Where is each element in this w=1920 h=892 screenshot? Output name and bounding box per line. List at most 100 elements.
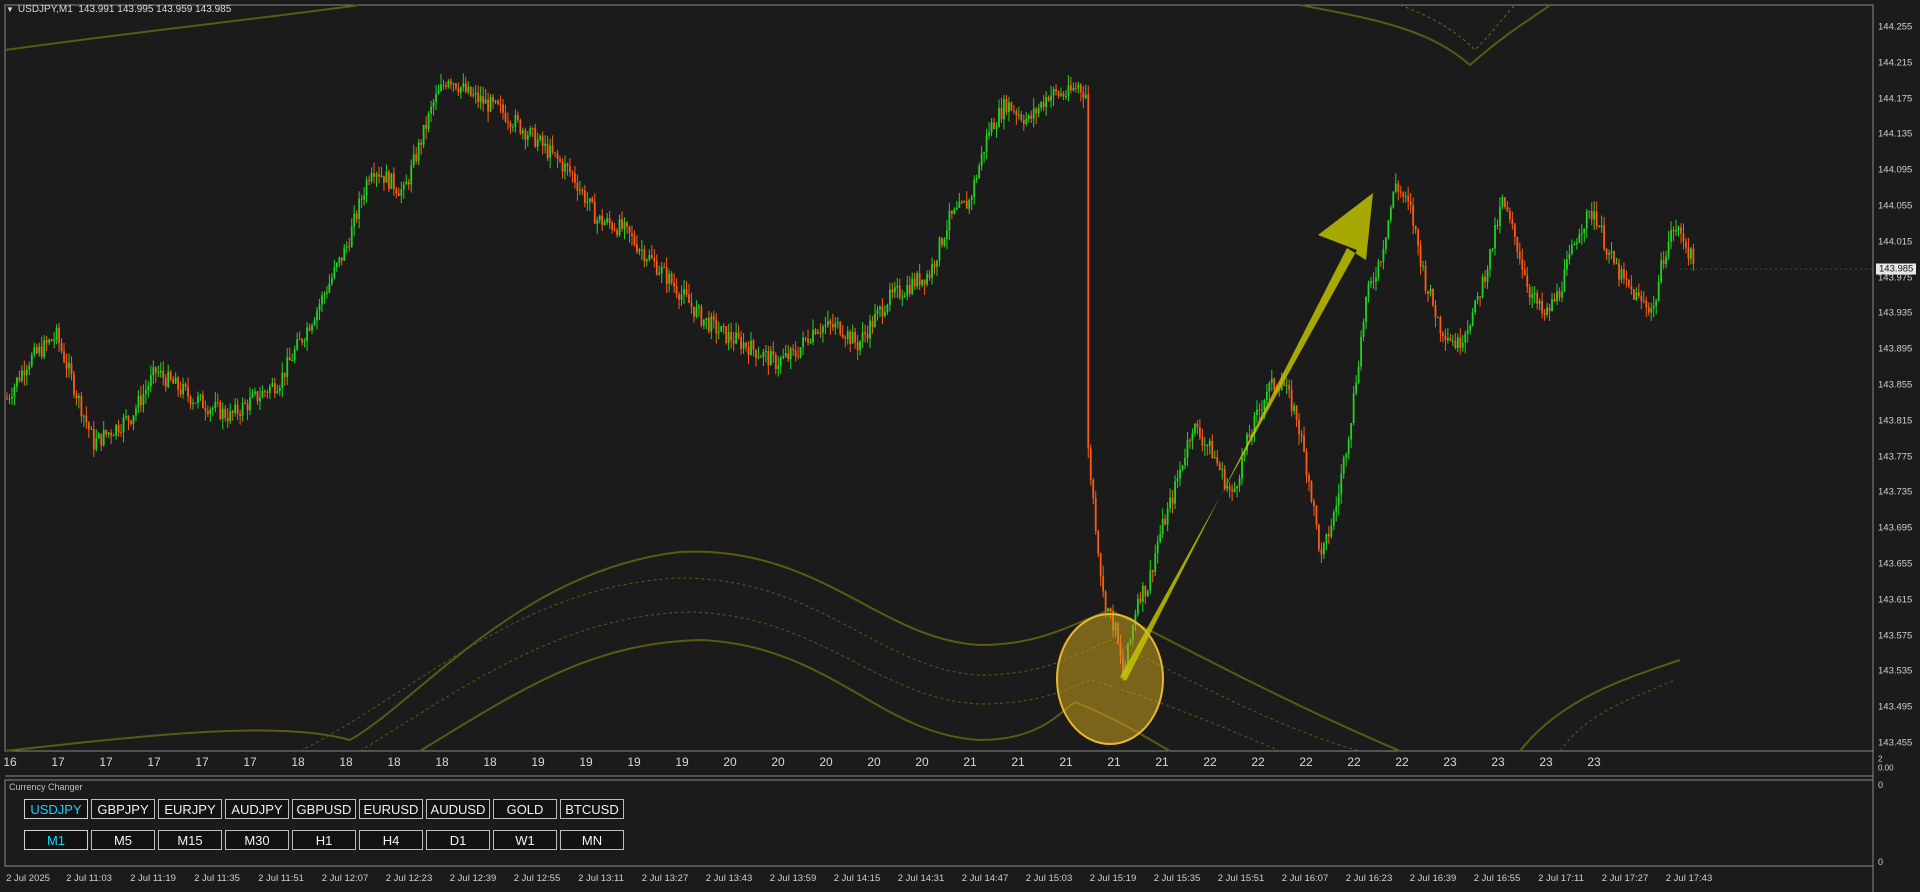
time-axis-label: 2 Jul 12:23 [385,873,433,884]
time-axis-label: 2 Jul 12:39 [449,873,497,884]
candle-body [402,184,405,190]
timeframe-button-h1[interactable]: H1 [292,830,356,850]
candle-body [896,285,899,288]
candle-body [1528,287,1531,298]
candle-body [1642,300,1645,302]
timeframe-button-m15[interactable]: M15 [158,830,222,850]
candle-body [1665,256,1668,264]
timeframe-button-m30[interactable]: M30 [225,830,289,850]
candle-body [658,272,661,275]
candle-body [1417,229,1420,246]
price-chart[interactable] [0,0,1920,892]
candle-body [1154,553,1157,573]
timeframe-button-m5[interactable]: M5 [91,830,155,850]
candle-body [1682,233,1685,242]
timeframe-button-mn[interactable]: MN [560,830,624,850]
symbol-button-btcusd[interactable]: BTCUSD [560,799,624,819]
candle-body [740,337,742,349]
candle-body [1652,306,1655,309]
candle-body [333,267,336,278]
candle-body [774,354,777,370]
candle-body [663,267,666,269]
candle-body [712,316,715,320]
symbol-button-audusd[interactable]: AUDUSD [426,799,490,819]
candle-body [628,226,631,234]
candle-body [710,316,713,332]
hour-axis-label: 22 [1203,755,1217,769]
candle-body [1213,457,1216,459]
symbol-button-eurjpy[interactable]: EURJPY [158,799,222,819]
candle-body [425,124,428,129]
candle-body [1231,489,1234,492]
hour-axis-label: 16 [3,755,17,769]
candle-body [876,309,879,314]
symbol-button-gold[interactable]: GOLD [493,799,557,819]
symbol-button-usdjpy[interactable]: USDJPY [24,799,88,819]
candle-body [1015,111,1018,116]
candle-body [1332,512,1335,526]
candle-body [1285,384,1288,386]
hour-axis-label: 17 [99,755,113,769]
symbol-button-gbpusd[interactable]: GBPUSD [292,799,356,819]
timeframe-button-d1[interactable]: D1 [426,830,490,850]
candle-body [472,94,475,96]
candle-body [1667,241,1670,257]
chart-window[interactable]: ▼ USDJPY,M1 143.991 143.995 143.959 143.9… [0,0,1920,892]
candle-body [797,356,800,358]
candle-body [385,171,388,183]
time-axis-label: 2 Jul 14:47 [961,873,1009,884]
candle-body [742,342,745,349]
hour-axis-label: 22 [1299,755,1313,769]
candle-body [933,263,936,267]
candle-body [489,96,492,112]
price-axis-label: 143.815 [1878,415,1913,427]
candle-body [231,411,234,414]
candle-body [1414,225,1417,230]
candle-body [23,370,26,376]
hour-axis-label: 19 [579,755,593,769]
candle-body [963,200,966,203]
candle-body [1451,340,1454,342]
candle-body [20,370,23,381]
symbol-button-audjpy[interactable]: AUDJPY [225,799,289,819]
candle-body [234,404,237,414]
time-axis-label: 2 Jul 17:43 [1665,873,1713,884]
candle-body [1526,275,1529,288]
symbol-button-gbpjpy[interactable]: GBPJPY [91,799,155,819]
candle-body [846,331,849,339]
candle-body [1248,434,1251,438]
price-axis-label: 144.095 [1878,164,1913,176]
candle-body [1479,296,1482,298]
candle-body [144,390,147,394]
candle-body [993,122,995,130]
candle-body [1223,468,1226,489]
candle-body [1427,290,1429,294]
candle-body [653,258,656,261]
candle-body [1221,468,1224,470]
hour-axis-label: 18 [387,755,401,769]
candle-body [1628,279,1630,286]
candle-body [1461,342,1464,348]
candle-body [593,201,596,224]
candle-body [779,358,782,366]
candle-body [645,259,648,262]
candle-body [631,233,633,236]
candle-body [1513,224,1516,238]
candle-body [80,395,83,417]
time-axis-label: 2 Jul 2025 [6,873,50,884]
candle-body [1392,191,1395,208]
candle-body [174,377,177,384]
collapse-triangle-icon[interactable]: ▼ [6,5,14,14]
candle-body [1238,478,1241,487]
symbol-button-eurusd[interactable]: EURUSD [359,799,423,819]
candle-body [266,391,269,393]
candle-body [1429,289,1432,294]
candle-body [85,415,88,423]
timeframe-button-m1[interactable]: M1 [24,830,88,850]
candle-body [157,372,160,374]
candle-body [675,286,678,295]
candle-body [1293,405,1296,412]
timeframe-button-h4[interactable]: H4 [359,830,423,850]
timeframe-button-w1[interactable]: W1 [493,830,557,850]
candle-body [276,391,279,394]
